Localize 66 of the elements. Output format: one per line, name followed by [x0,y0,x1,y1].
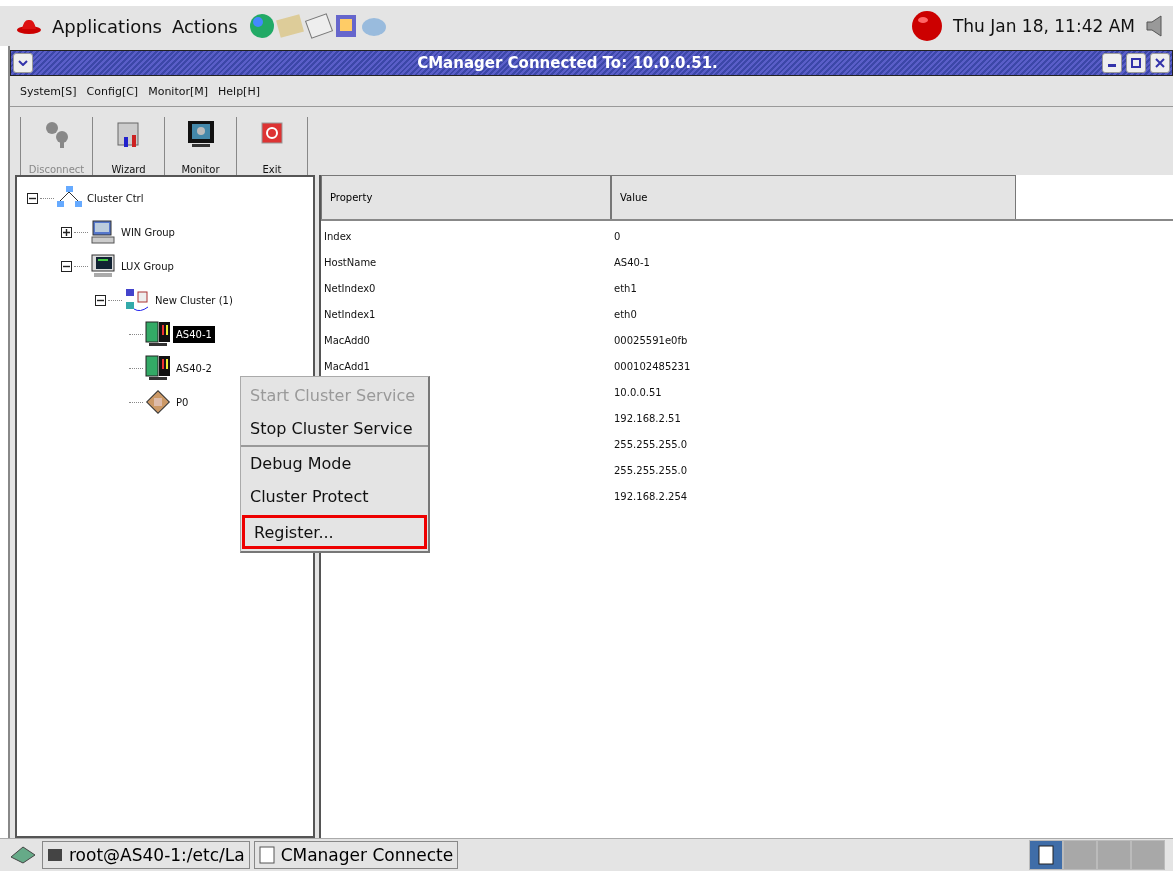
table-cell: eth0 [614,308,637,320]
table-cell: NetIndex0 [324,282,376,294]
server-rack-icon [145,321,171,347]
table-cell: HostName [324,256,377,268]
table-cell: 255.255.255.0 [614,464,688,476]
tree-item[interactable]: P0 [173,393,192,411]
tree-item[interactable]: WIN Group [118,223,178,241]
workspace-button[interactable] [1029,840,1063,870]
panel-menu[interactable]: Applications [52,15,162,37]
menu-item[interactable]: Stop Cluster Service [241,412,428,445]
computer-icon [90,219,116,245]
table-cell: NetIndex1 [324,308,376,320]
menu-item[interactable]: Debug Mode [241,445,428,480]
speaker-icon[interactable] [1145,14,1165,38]
menu-item[interactable]: Config[C] [86,84,139,98]
collapse-icon[interactable] [27,192,38,204]
clock[interactable]: Thu Jan 18, 11:42 AM [952,16,1135,36]
menu-item[interactable]: Cluster Protect [241,480,428,513]
menu-item[interactable]: Monitor[M] [148,84,209,98]
menu-item[interactable]: Help[H] [218,84,260,98]
tree-item[interactable]: LUX Group [118,257,177,275]
table-cell: AS40-1 [614,256,650,268]
table-cell: MacAdd0 [324,334,370,346]
table-cell: 0 [614,230,621,242]
table-cell: Index [324,230,352,242]
close-icon [1155,58,1165,68]
launcher-icons-drawing[interactable] [247,11,388,41]
cluster-icon [124,287,150,313]
tree-item[interactable]: AS40-2 [173,359,215,377]
panel-menu[interactable]: Actions [171,15,238,37]
chevron-down-icon [18,60,28,66]
window-menu-button[interactable] [13,53,33,73]
table-cell: 192.168.2.254 [614,490,688,502]
table-cell: 192.168.2.51 [614,412,681,424]
window-thumbnail-icon [1038,845,1054,865]
maximize-icon [1131,58,1141,68]
menu-item[interactable]: System[S] [20,84,77,98]
tree-item[interactable]: AS40-1 [173,325,215,343]
tree-item[interactable]: New Cluster (1) [152,291,236,309]
status-orb-icon [910,10,943,42]
collapse-icon[interactable] [61,260,72,272]
tree-item[interactable]: Cluster Ctrl [84,189,147,207]
menu-item[interactable]: Register... [242,515,427,549]
server-icon [90,253,116,279]
server-rack-icon [145,355,171,381]
monitor-icon [185,119,216,149]
table-cell: eth1 [614,282,637,294]
minimize-button[interactable] [1102,53,1122,73]
table-cell: MacAdd1 [324,360,370,372]
column-header[interactable]: Value [611,175,1016,219]
task-button[interactable]: root@AS40-1:/etc/La [42,841,250,869]
maximize-button[interactable] [1126,53,1146,73]
hat-icon[interactable] [16,17,42,35]
collapse-icon[interactable] [95,294,106,306]
toolbar-button[interactable]: Monitor [164,117,236,175]
close-button[interactable] [1150,53,1170,73]
expand-icon[interactable] [61,226,72,238]
task-button[interactable]: CManager Connecte [253,841,459,869]
terminal-icon [47,848,63,862]
table-cell: 255.255.255.0 [614,438,688,450]
table-cell: 00025591e0fb [614,334,688,346]
document-icon [258,846,275,864]
column-header[interactable]: Property [321,175,611,219]
table-cell: 10.0.0.51 [614,386,662,398]
table-cell: 000102485231 [614,360,691,372]
window-title: CManager Connected To: 10.0.0.51. [416,54,719,72]
